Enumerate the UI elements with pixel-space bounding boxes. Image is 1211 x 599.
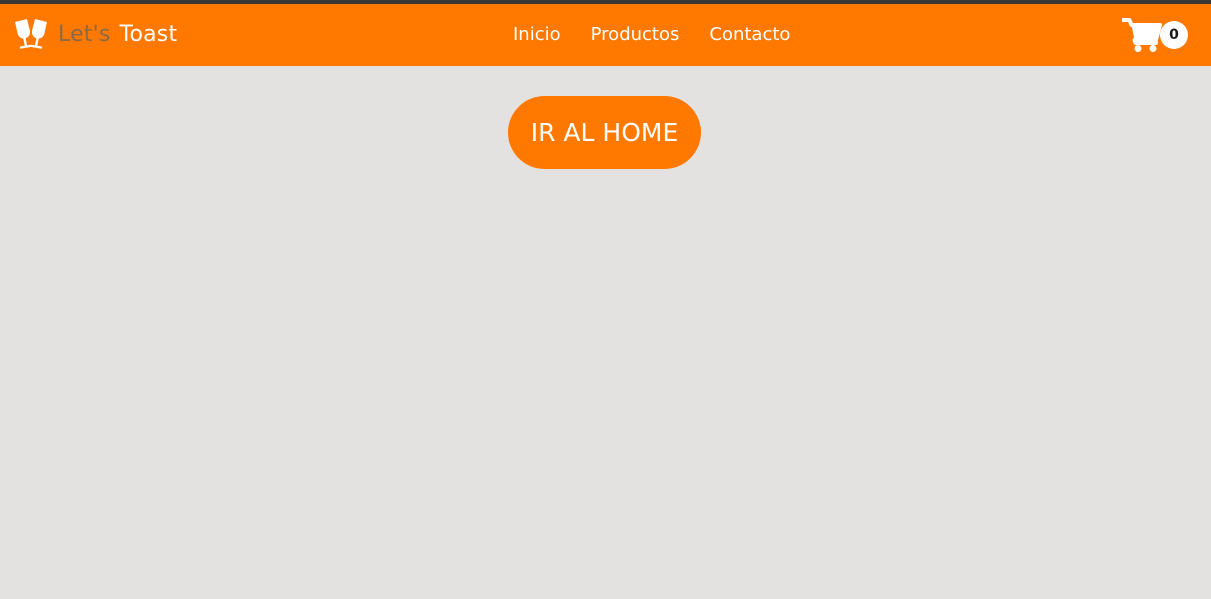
nav-link-inicio[interactable]: Inicio [513,22,561,48]
main-nav: Inicio Productos Contacto [513,22,790,48]
brand-link[interactable]: Let's Toast [12,17,177,53]
go-home-button[interactable]: IR AL HOME [508,96,701,169]
brand-name: Let's Toast [58,17,177,53]
cart-button[interactable]: 0 [1122,17,1188,53]
cart-icon [1122,18,1162,52]
glasses-toast-icon [15,19,47,49]
nav-link-productos[interactable]: Productos [591,22,680,48]
nav-link-contacto[interactable]: Contacto [709,22,790,48]
brand-word-toast: Toast [119,22,178,47]
brand-word-lets: Let's [58,22,111,47]
navbar: Let's Toast Inicio Productos Contacto 0 [0,4,1211,66]
cart-count-badge: 0 [1160,21,1188,49]
